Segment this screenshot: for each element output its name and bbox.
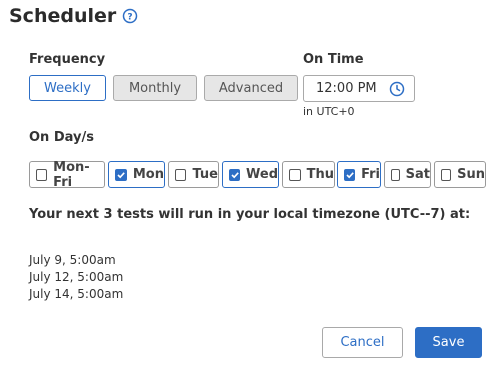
checkbox-wed[interactable] (229, 168, 240, 181)
day-option-sun[interactable]: Sun (434, 161, 486, 188)
day-label-tue: Tue (192, 167, 218, 182)
frequency-advanced-button[interactable]: Advanced (204, 75, 298, 101)
checkbox-tue[interactable] (175, 168, 187, 181)
help-icon[interactable]: ? (122, 8, 138, 24)
checkbox-mon-fri[interactable] (36, 168, 48, 181)
svg-text:?: ? (128, 13, 133, 23)
day-option-tue[interactable]: Tue (168, 161, 219, 188)
day-label-mon-fri: Mon-Fri (53, 159, 90, 190)
day-label-fri: Fri (361, 167, 380, 182)
checkbox-sun[interactable] (441, 168, 452, 181)
run-item: July 14, 5:00am (29, 287, 124, 301)
next-runs-heading: Your next 3 tests will run in your local… (29, 207, 471, 222)
day-option-thu[interactable]: Thu (282, 161, 335, 188)
page-title: Scheduler (9, 5, 117, 27)
day-option-wed[interactable]: Wed (222, 161, 279, 188)
day-option-sat[interactable]: Sat (384, 161, 431, 188)
time-value: 12:00 PM (316, 81, 377, 96)
day-label-sun: Sun (457, 167, 485, 182)
run-item: July 12, 5:00am (29, 270, 124, 284)
day-label-thu: Thu (306, 167, 334, 182)
run-list: July 9, 5:00am July 12, 5:00am July 14, … (29, 252, 123, 303)
save-button[interactable]: Save (415, 327, 482, 358)
day-option-mon[interactable]: Mon (108, 161, 165, 188)
cancel-button[interactable]: Cancel (322, 327, 403, 358)
checkbox-mon[interactable] (115, 168, 127, 181)
frequency-label: Frequency (29, 52, 106, 67)
timezone-note: in UTC+0 (303, 105, 355, 118)
checkbox-fri[interactable] (344, 168, 356, 181)
day-label-mon: Mon (132, 167, 164, 182)
on-days-label: On Day/s (29, 130, 94, 145)
checkbox-sat[interactable] (391, 168, 400, 181)
clock-icon[interactable] (389, 81, 405, 97)
checkbox-thu[interactable] (289, 168, 301, 181)
run-item: July 9, 5:00am (29, 253, 116, 267)
day-label-wed: Wed (246, 167, 278, 182)
frequency-monthly-button[interactable]: Monthly (113, 75, 197, 101)
frequency-weekly-button[interactable]: Weekly (29, 75, 106, 101)
on-time-label: On Time (303, 52, 364, 67)
day-label-sat: Sat (405, 167, 430, 182)
title-row: Scheduler ? (9, 5, 138, 27)
day-option-fri[interactable]: Fri (337, 161, 381, 188)
time-input[interactable]: 12:00 PM (303, 75, 415, 102)
day-option-mon-fri[interactable]: Mon-Fri (29, 159, 105, 190)
